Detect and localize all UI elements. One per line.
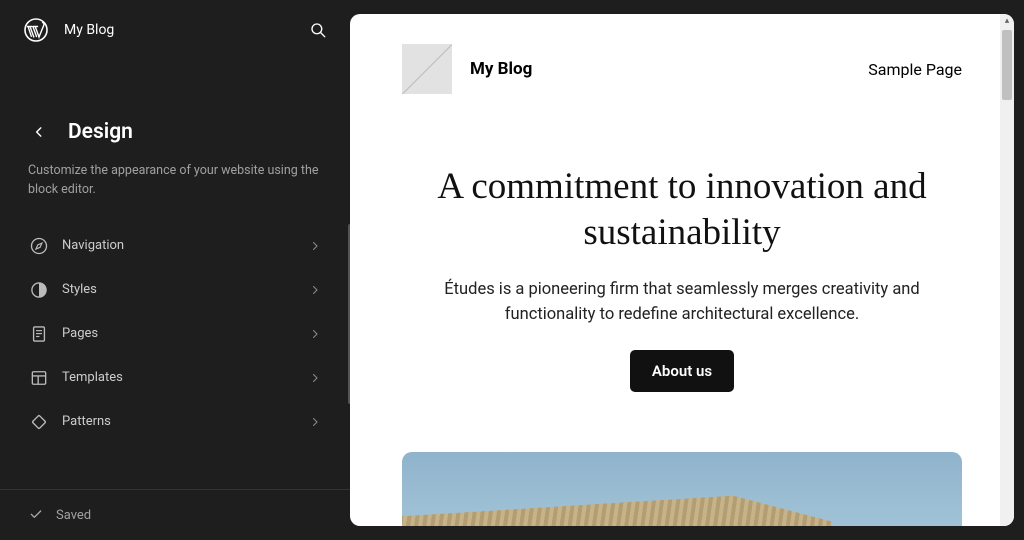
editor-sidebar: My Blog Design Customize the appearance …	[0, 0, 350, 540]
menu-label: Styles	[62, 282, 308, 297]
half-circle-icon	[28, 279, 50, 301]
hero-subtitle: Études is a pioneering firm that seamles…	[420, 277, 944, 328]
sidebar-footer: Saved	[0, 489, 350, 540]
check-icon	[28, 506, 46, 524]
preview-panel: ▴ My Blog Sample Page A commitment to in…	[350, 0, 1024, 540]
menu-item-templates[interactable]: Templates	[18, 356, 332, 400]
chevron-right-icon	[308, 239, 322, 253]
menu-label: Navigation	[62, 238, 308, 253]
diamond-icon	[28, 411, 50, 433]
menu-label: Templates	[62, 370, 308, 385]
hero-title: A commitment to innovation and sustainab…	[420, 164, 944, 257]
preview-nav-link[interactable]: Sample Page	[868, 60, 962, 79]
menu-item-styles[interactable]: Styles	[18, 268, 332, 312]
preview-site-header: My Blog Sample Page	[350, 14, 1014, 124]
site-name[interactable]: My Blog	[64, 22, 308, 38]
chevron-right-icon	[308, 283, 322, 297]
menu-item-navigation[interactable]: Navigation	[18, 224, 332, 268]
compass-icon	[28, 235, 50, 257]
menu-label: Patterns	[62, 414, 308, 429]
preview-scrollbar-thumb[interactable]	[1002, 30, 1012, 100]
design-menu: Navigation Styles	[0, 224, 350, 444]
hero-section: A commitment to innovation and sustainab…	[350, 124, 1014, 422]
page-icon	[28, 323, 50, 345]
about-us-button[interactable]: About us	[630, 350, 734, 392]
preview-site-title[interactable]: My Blog	[470, 59, 868, 79]
section-title: Design	[68, 120, 133, 144]
site-preview[interactable]: ▴ My Blog Sample Page A commitment to in…	[350, 14, 1014, 526]
search-icon[interactable]	[308, 20, 328, 40]
chevron-right-icon	[308, 327, 322, 341]
back-button[interactable]	[28, 121, 50, 143]
menu-item-pages[interactable]: Pages	[18, 312, 332, 356]
menu-label: Pages	[62, 326, 308, 341]
scroll-up-icon[interactable]: ▴	[1000, 14, 1014, 28]
section-header: Design	[0, 60, 350, 154]
menu-item-patterns[interactable]: Patterns	[18, 400, 332, 444]
save-status: Saved	[56, 508, 91, 523]
chevron-right-icon	[308, 371, 322, 385]
section-description: Customize the appearance of your website…	[0, 154, 350, 224]
layout-icon	[28, 367, 50, 389]
wordpress-logo-icon[interactable]	[22, 16, 50, 44]
preview-scrollbar[interactable]: ▴	[1000, 14, 1014, 526]
hero-image	[402, 452, 962, 526]
chevron-right-icon	[308, 415, 322, 429]
admin-topbar: My Blog	[0, 0, 350, 60]
site-logo-placeholder[interactable]	[402, 44, 452, 94]
